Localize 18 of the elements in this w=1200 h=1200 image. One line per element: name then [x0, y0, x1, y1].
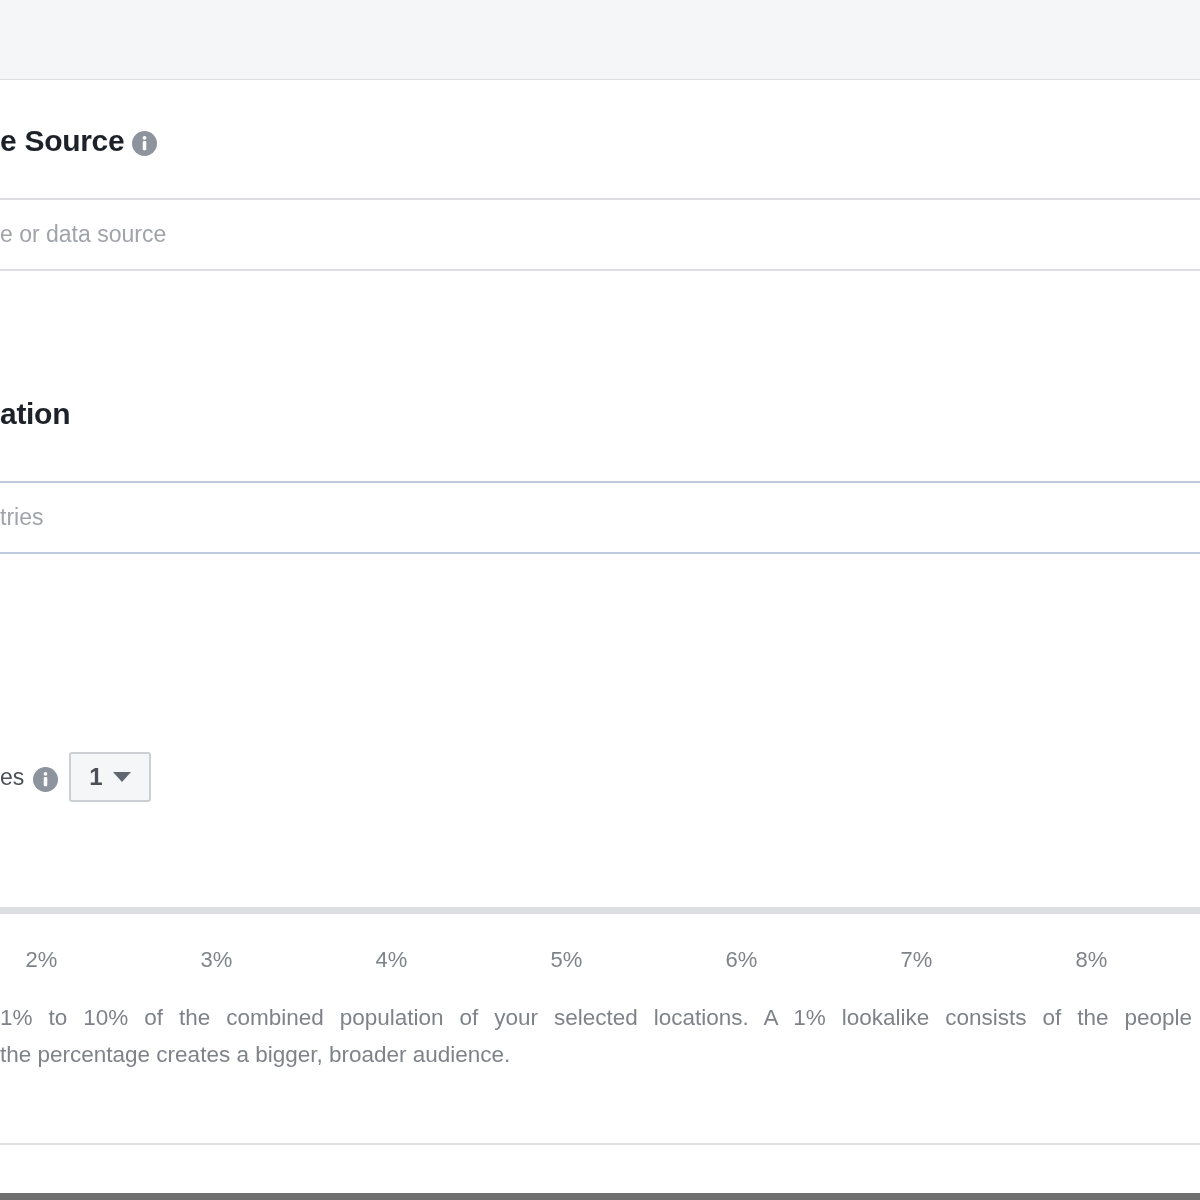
caret-icon: [112, 772, 131, 782]
tick-label: 8%: [1075, 947, 1108, 973]
number-dropdown[interactable]: 1: [69, 752, 151, 802]
tick-label: 3%: [200, 947, 233, 973]
tick-label: 6%: [725, 947, 758, 973]
field-label: es: [0, 763, 25, 791]
info-icon[interactable]: [132, 130, 158, 156]
info-icon[interactable]: [33, 766, 59, 792]
description-text: 1% to 10% of the combined population of your selected locations. A 1% lookalike consists of the people the percentage creates a bigger, broader audience.: [0, 1004, 1192, 1069]
search-field[interactable]: tries: [0, 481, 1200, 554]
search-field[interactable]: e or data source: [0, 198, 1200, 271]
tick-label: 5%: [550, 947, 583, 973]
slider-track[interactable]: [0, 907, 1200, 914]
tick-label: 2%: [25, 947, 58, 973]
tick-label: 4%: [375, 947, 408, 973]
tick-label: 7%: [900, 947, 933, 973]
section-title: e Source: [0, 124, 125, 158]
section-title: ation: [0, 397, 71, 431]
